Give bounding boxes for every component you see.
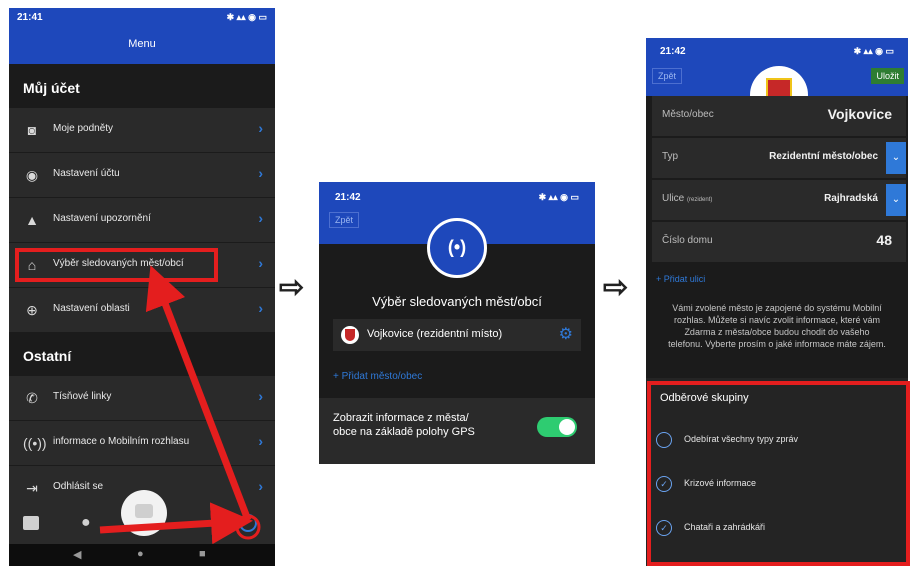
arrow-to-menu-item [145,265,252,522]
add-street-label: Přidat ulici [663,274,706,284]
groups-highlight-box [647,381,910,566]
house-number-value: 48 [876,232,892,248]
type-label: Typ [662,151,679,162]
gps-setting-row: Zobrazit informace z města/ obce na zákl… [319,398,595,464]
chevron-down-icon[interactable]: ⌄ [886,184,906,216]
house-number-field[interactable]: Číslo domu 48 [652,222,906,262]
flow-arrow-icon: ⇨ [603,271,629,304]
back-button[interactable]: Zpět [329,212,360,228]
street-select[interactable]: Ulice (rezident) Rajhradská ⌄ [652,180,906,220]
gps-label-line2: obce na základě polohy GPS [333,426,475,438]
city-field[interactable]: Město/obec Vojkovice [652,96,906,136]
coat-of-arms-icon [341,326,359,344]
type-value: Rezidentní město/obec [769,151,878,162]
city-field-label: Město/obec [662,109,714,120]
plus-icon: + [656,274,664,284]
gps-label-line1: Zobrazit informace z města/ [333,412,469,424]
status-time: 21:42 [660,46,686,57]
arrow-to-profile [99,502,253,545]
screen-heading: Výběr sledovaných měst/obcí [372,294,542,309]
status-icons: ✱ ▴▴ ◉ ▭ [853,46,894,56]
status-icons: ✱ ▴▴ ◉ ▭ [538,192,579,202]
broadcast-icon: (•) [427,218,487,278]
city-field-value: Vojkovice [827,106,892,122]
add-city-label: Přidat město/obec [341,371,423,382]
status-time: 21:42 [335,192,361,203]
back-button[interactable]: Zpět [652,68,683,84]
gear-icon[interactable]: ⚙ [559,324,573,344]
save-button[interactable]: Uložit [871,68,904,84]
city-row[interactable]: Vojkovice (rezidentní místo) ⚙ [333,319,581,351]
street-value: Rajhradská [824,193,878,204]
add-city-link[interactable]: + Přidat město/obec [333,371,422,382]
gps-toggle[interactable] [537,417,577,437]
house-number-label: Číslo domu [662,235,713,246]
city-label: Vojkovice (rezidentní místo) [367,328,503,340]
followed-cities-screen: 21:42 ✱ ▴▴ ◉ ▭ Zpět (•) Výběr sledovanýc… [319,182,595,464]
add-street-link[interactable]: + Přidat ulici [656,274,705,284]
chevron-down-icon[interactable]: ⌄ [886,142,906,174]
type-select[interactable]: Typ Rezidentní město/obec ⌄ [652,138,906,178]
plus-icon: + [333,371,342,382]
info-text: Vámi zvolené město je zapojené do systém… [668,303,886,349]
street-label: Ulice (rezident) [662,193,713,204]
flow-arrow-icon: ⇨ [279,271,305,304]
